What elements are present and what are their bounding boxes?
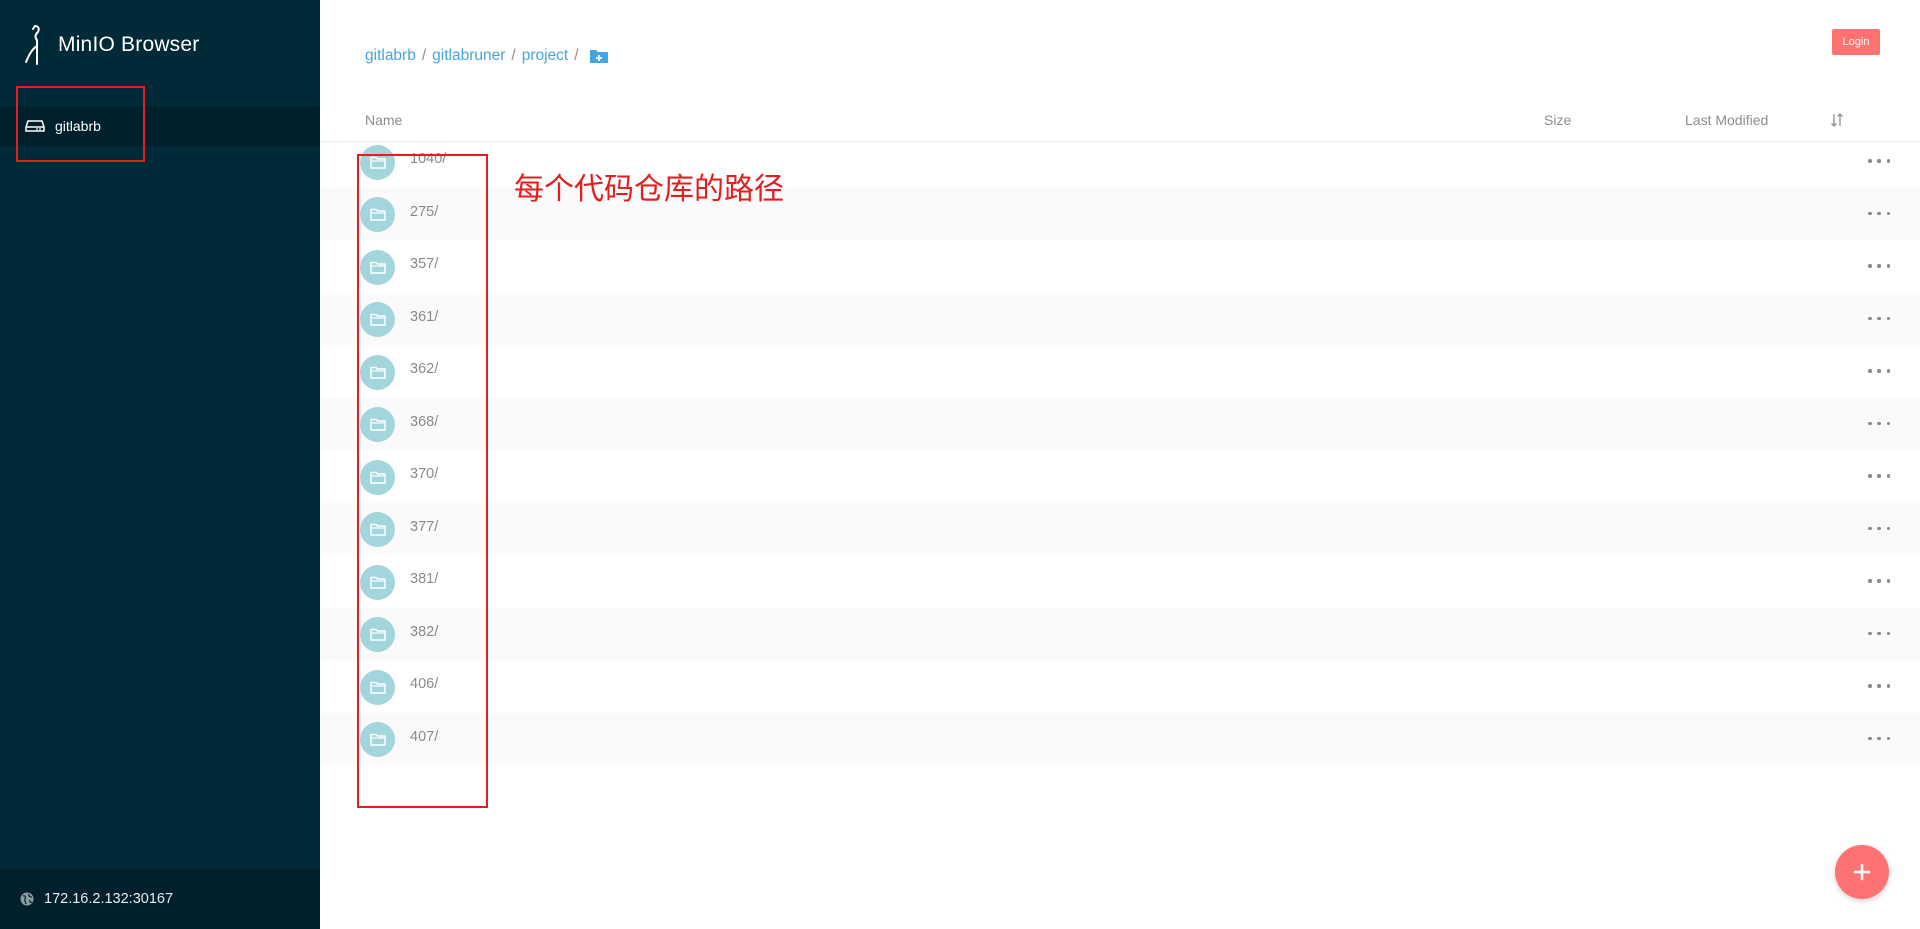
list-item[interactable]: 407/ xyxy=(320,712,1920,765)
list-item-name: 377/ xyxy=(410,518,439,535)
more-options-icon[interactable] xyxy=(1868,204,1890,224)
more-options-icon[interactable] xyxy=(1868,309,1890,329)
brand: MinIO Browser xyxy=(24,24,199,66)
more-options-icon[interactable] xyxy=(1868,519,1890,539)
add-fab-button[interactable] xyxy=(1835,845,1889,899)
list-item-name: 381/ xyxy=(410,571,439,587)
column-header-size[interactable]: Size xyxy=(1544,112,1571,128)
list-item-name: 357/ xyxy=(410,256,439,272)
breadcrumb: gitlabrb / gitlabruner / project / xyxy=(365,47,609,65)
breadcrumb-item-gitlabrb[interactable]: gitlabrb xyxy=(365,47,416,65)
folder-icon xyxy=(360,249,395,285)
column-header-name[interactable]: Name xyxy=(365,112,402,128)
folder-icon xyxy=(360,459,395,495)
folder-icon xyxy=(360,407,395,443)
list-item[interactable]: 381/ xyxy=(320,555,1920,608)
more-options-icon[interactable] xyxy=(1868,571,1890,591)
breadcrumb-separator: / xyxy=(574,47,579,64)
list-item-name: 275/ xyxy=(410,203,439,220)
more-options-icon[interactable] xyxy=(1868,256,1890,276)
host-label: 172.16.2.132:30167 xyxy=(44,891,174,907)
object-list: 1040/275/357/361/362/368/370/377/381/382… xyxy=(320,135,1920,765)
breadcrumb-item-gitlabruner[interactable]: gitlabruner xyxy=(432,47,505,65)
breadcrumb-separator: / xyxy=(511,47,516,64)
more-options-icon[interactable] xyxy=(1868,151,1890,171)
add-folder-icon[interactable] xyxy=(589,48,609,64)
list-item-name: 382/ xyxy=(410,623,439,640)
list-item-name: 1040/ xyxy=(410,151,447,167)
more-options-icon[interactable] xyxy=(1868,361,1890,381)
sidebar-item-label: gitlabrb xyxy=(55,118,101,134)
list-item[interactable]: 382/ xyxy=(320,607,1920,660)
more-options-icon[interactable] xyxy=(1868,624,1890,644)
sidebar: MinIO Browser gitlabrb 172.16.2.132:3016… xyxy=(0,0,320,929)
list-item[interactable]: 406/ xyxy=(320,660,1920,713)
folder-icon xyxy=(360,512,395,548)
host-address: 172.16.2.132:30167 xyxy=(0,869,320,929)
breadcrumb-item-project[interactable]: project xyxy=(522,47,569,65)
more-options-icon[interactable] xyxy=(1868,414,1890,434)
sort-icon[interactable] xyxy=(1830,113,1844,127)
list-item-name: 362/ xyxy=(410,361,439,377)
breadcrumb-separator: / xyxy=(421,47,427,64)
column-header-last-modified[interactable]: Last Modified xyxy=(1685,112,1768,128)
main-content: gitlabrb / gitlabruner / project / Login… xyxy=(320,0,1920,929)
more-options-icon[interactable] xyxy=(1868,466,1890,486)
folder-icon xyxy=(360,722,395,758)
folder-icon xyxy=(360,354,395,390)
list-item-name: 407/ xyxy=(410,728,439,745)
app-title: MinIO Browser xyxy=(58,33,200,56)
minio-bird-logo-icon xyxy=(25,25,40,65)
folder-icon xyxy=(360,564,395,600)
sidebar-item-gitlabrb[interactable]: gitlabrb xyxy=(0,106,320,146)
list-item[interactable]: 361/ xyxy=(320,292,1920,345)
list-item-name: 370/ xyxy=(410,466,439,482)
folder-icon xyxy=(360,669,395,705)
folder-icon xyxy=(360,197,395,233)
annotation-text: 每个代码仓库的路径 xyxy=(514,172,784,207)
globe-icon xyxy=(20,892,34,906)
list-item[interactable]: 377/ xyxy=(320,502,1920,555)
more-options-icon[interactable] xyxy=(1868,729,1890,749)
login-button[interactable]: Login xyxy=(1832,29,1880,55)
more-options-icon[interactable] xyxy=(1868,676,1890,696)
folder-icon xyxy=(360,302,395,338)
list-item[interactable]: 368/ xyxy=(320,397,1920,450)
list-item-name: 406/ xyxy=(410,676,439,692)
list-item[interactable]: 357/ xyxy=(320,240,1920,293)
plus-icon xyxy=(1853,863,1871,881)
list-item[interactable]: 370/ xyxy=(320,450,1920,503)
list-item-name: 361/ xyxy=(410,308,439,325)
folder-icon xyxy=(360,144,395,180)
folder-icon xyxy=(360,617,395,653)
list-item-name: 368/ xyxy=(410,413,439,430)
drive-icon xyxy=(25,120,45,132)
list-item[interactable]: 362/ xyxy=(320,345,1920,398)
